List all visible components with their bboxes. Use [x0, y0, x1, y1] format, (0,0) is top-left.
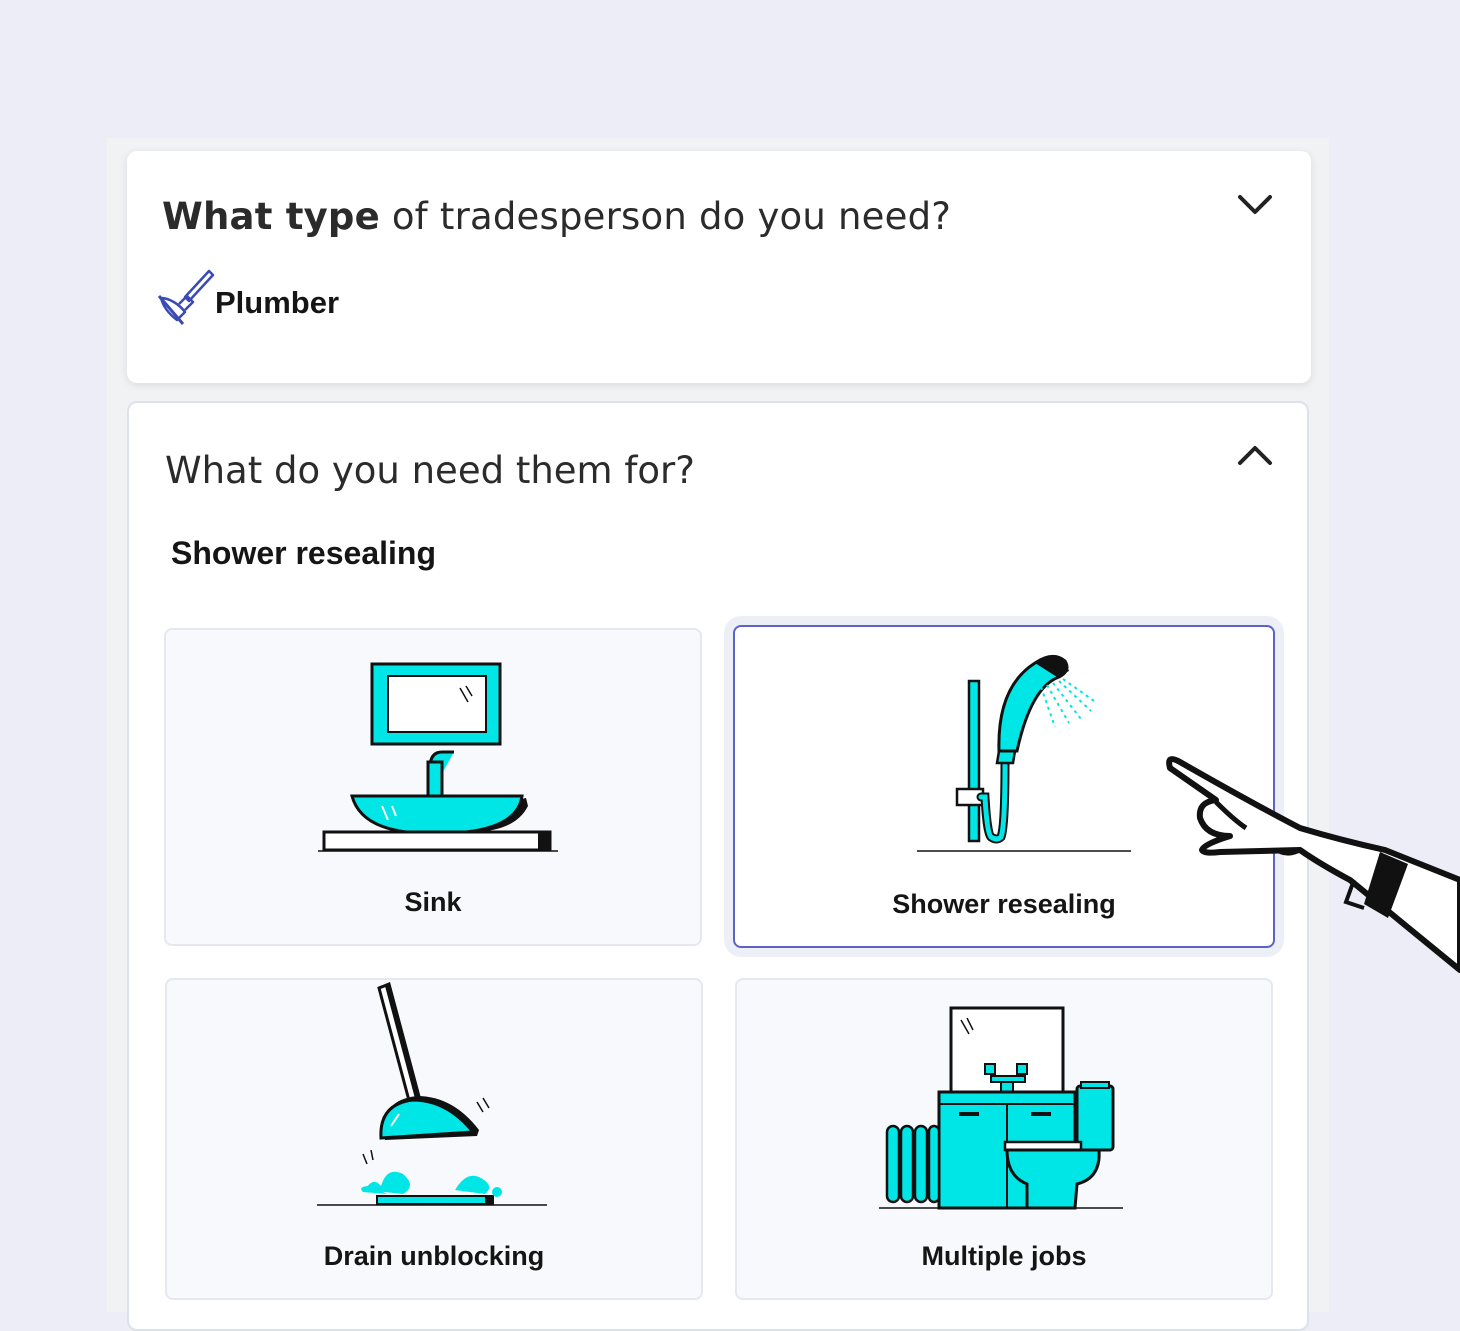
option-label: Sink: [404, 887, 462, 917]
chevron-up-icon[interactable]: [1237, 441, 1273, 469]
job-type-question: What do you need them for?: [165, 449, 695, 492]
option-label: Multiple jobs: [921, 1241, 1087, 1271]
bathroom-icon: [879, 1006, 1123, 1210]
question-rest: of tradesperson do you need?: [379, 195, 952, 238]
pointing-hand-illustration: [1166, 756, 1460, 973]
option-label: Drain unblocking: [323, 1241, 545, 1271]
option-drain-unblocking[interactable]: Drain unblocking: [165, 978, 703, 1300]
option-sink[interactable]: Sink: [164, 628, 702, 946]
option-multiple-jobs[interactable]: Multiple jobs: [735, 978, 1273, 1300]
plunger-icon: [157, 269, 215, 325]
trade-type-question: What type of tradesperson do you need?: [162, 195, 951, 238]
selected-job-label: Shower resealing: [171, 535, 436, 571]
sink-icon: [318, 662, 558, 852]
trade-type-section[interactable]: What type of tradesperson do you need? P…: [127, 151, 1311, 383]
selected-trade-label: Plumber: [215, 285, 340, 320]
selected-trade: Plumber: [155, 268, 339, 328]
chevron-down-icon[interactable]: [1237, 191, 1273, 219]
plunger-icon: [317, 981, 547, 1206]
question-bold: What type: [162, 195, 380, 238]
